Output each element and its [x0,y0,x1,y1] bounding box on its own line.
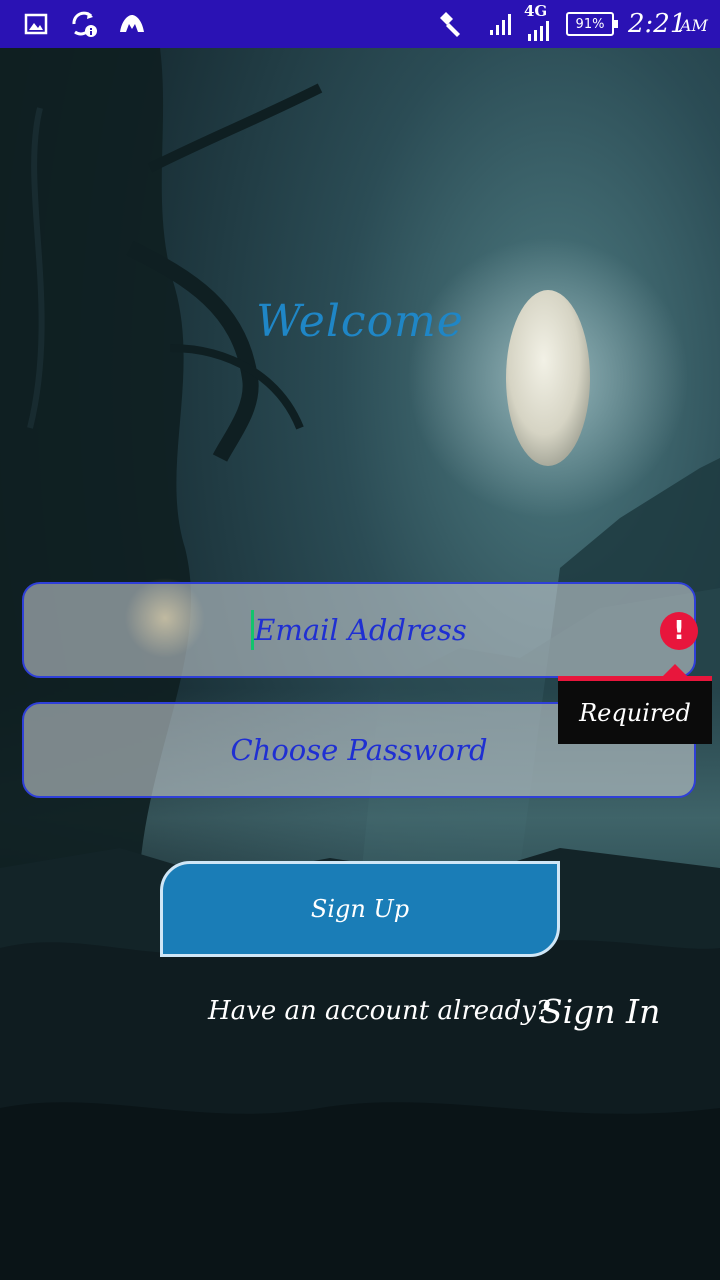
flashlight-icon [436,0,464,48]
sync-info-icon [70,0,98,48]
gallery-icon [24,0,48,48]
signup-screen: 4G 91% 2:21 AM Welcome Email Address ! R… [0,0,720,1280]
error-icon[interactable]: ! [660,612,698,650]
vpn-mountain-icon [118,0,146,48]
email-field[interactable]: Email Address [22,582,696,678]
email-field-content: Email Address [24,584,694,676]
welcome-title: Welcome [256,296,464,347]
error-tooltip: Required [558,676,712,744]
clock-time: 2:21 [628,9,687,39]
sign-up-button-label: Sign Up [310,895,410,923]
signal-strength-icon-2 [526,6,554,54]
signal-strength-icon [488,0,516,48]
status-bar: 4G 91% 2:21 AM [0,0,720,48]
have-account-prompt: Have an account already? [208,996,550,1026]
sign-up-button[interactable]: Sign Up [160,861,560,957]
sign-in-link[interactable]: Sign In [540,992,660,1031]
email-placeholder: Email Address [254,613,467,647]
clock-ampm: AM [680,16,708,35]
error-message: Required [579,698,691,727]
battery-icon: 91% [566,0,618,48]
battery-level-label: 91% [575,16,605,32]
